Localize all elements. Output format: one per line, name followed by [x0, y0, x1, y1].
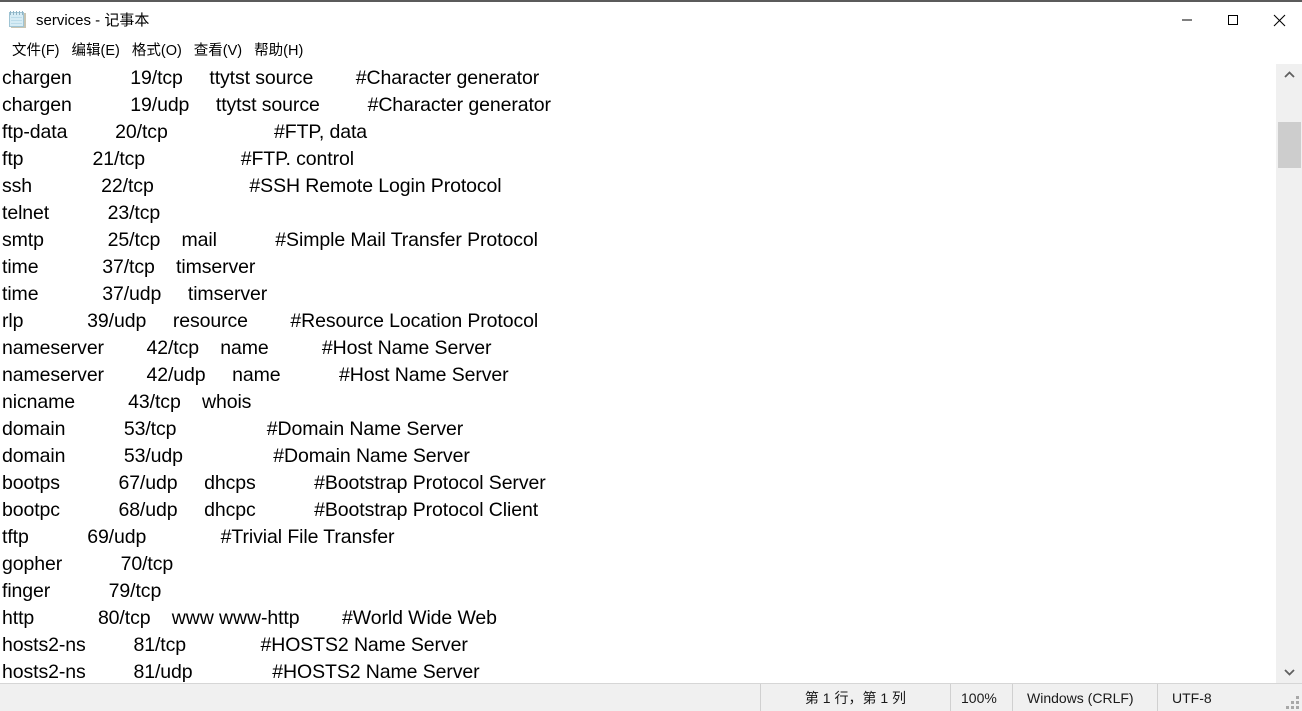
notepad-window: services - 记事本 文件(F) 编辑(E) 格式(O) 查看(V) 帮… — [0, 0, 1302, 711]
text-line: tftp 69/udp #Trivial File Transfer — [2, 526, 395, 548]
status-encoding[interactable]: UTF-8 — [1157, 684, 1302, 711]
vertical-scrollbar[interactable] — [1275, 64, 1302, 683]
maximize-icon — [1228, 15, 1238, 25]
title-bar[interactable]: services - 记事本 — [0, 2, 1302, 38]
resize-grip-icon[interactable] — [1286, 696, 1299, 709]
text-line: chargen 19/tcp ttytst source #Character … — [2, 67, 540, 89]
menu-item-view[interactable]: 查看(V) — [191, 42, 251, 61]
status-cursor-position: 第 1 行，第 1 列 — [760, 684, 950, 711]
text-line: nicname 43/tcp whois — [2, 391, 252, 413]
text-line: domain 53/tcp #Domain Name Server — [2, 418, 464, 440]
maximize-button[interactable] — [1210, 2, 1256, 38]
menu-item-help[interactable]: 帮助(H) — [251, 42, 312, 61]
text-line: hosts2-ns 81/tcp #HOSTS2 Name Server — [2, 634, 468, 656]
scroll-thumb[interactable] — [1278, 122, 1301, 168]
status-bar: 第 1 行，第 1 列 100% Windows (CRLF) UTF-8 — [0, 683, 1302, 711]
text-line: finger 79/tcp — [2, 580, 162, 602]
text-editor[interactable]: chargen 19/tcp ttytst source #Character … — [0, 64, 1275, 683]
editor-area: chargen 19/tcp ttytst source #Character … — [0, 64, 1302, 683]
text-line: smtp 25/tcp mail #Simple Mail Transfer P… — [2, 229, 538, 251]
status-line-ending[interactable]: Windows (CRLF) — [1012, 684, 1157, 711]
status-zoom-level[interactable]: 100% — [950, 684, 1012, 711]
text-line: chargen 19/udp ttytst source #Character … — [2, 94, 551, 116]
text-line: time 37/tcp timserver — [2, 256, 256, 278]
text-line: gopher 70/tcp — [2, 553, 174, 575]
menu-bar: 文件(F) 编辑(E) 格式(O) 查看(V) 帮助(H) — [0, 38, 1302, 64]
notepad-icon — [8, 11, 28, 29]
menu-item-edit[interactable]: 编辑(E) — [69, 42, 129, 61]
scroll-up-button[interactable] — [1276, 64, 1302, 86]
close-icon — [1273, 14, 1285, 26]
text-line: nameserver 42/udp name #Host Name Server — [2, 364, 509, 386]
chevron-up-icon — [1284, 71, 1295, 78]
chevron-down-icon — [1284, 669, 1295, 676]
scroll-down-button[interactable] — [1276, 661, 1302, 683]
text-line: http 80/tcp www www-http #World Wide Web — [2, 607, 497, 629]
menu-item-format[interactable]: 格式(O) — [129, 42, 191, 61]
text-line: ssh 22/tcp #SSH Remote Login Protocol — [2, 175, 502, 197]
text-line: telnet 23/tcp — [2, 202, 161, 224]
text-line: hosts2-ns 81/udp #HOSTS2 Name Server — [2, 661, 480, 683]
window-controls — [1164, 2, 1302, 38]
menu-item-file[interactable]: 文件(F) — [9, 42, 69, 61]
minimize-button[interactable] — [1164, 2, 1210, 38]
text-line: rlp 39/udp resource #Resource Location P… — [2, 310, 539, 332]
close-button[interactable] — [1256, 2, 1302, 38]
text-line: ftp 21/tcp #FTP. control — [2, 148, 354, 170]
text-line: domain 53/udp #Domain Name Server — [2, 445, 470, 467]
text-line: ftp-data 20/tcp #FTP, data — [2, 121, 368, 143]
text-line: nameserver 42/tcp name #Host Name Server — [2, 337, 492, 359]
text-line: bootps 67/udp dhcps #Bootstrap Protocol … — [2, 472, 546, 494]
text-line: bootpc 68/udp dhcpc #Bootstrap Protocol … — [2, 499, 539, 521]
text-line: time 37/udp timserver — [2, 283, 268, 305]
title-bar-left: services - 记事本 — [0, 11, 149, 29]
minimize-icon — [1182, 19, 1192, 21]
window-title: services - 记事本 — [36, 11, 150, 29]
